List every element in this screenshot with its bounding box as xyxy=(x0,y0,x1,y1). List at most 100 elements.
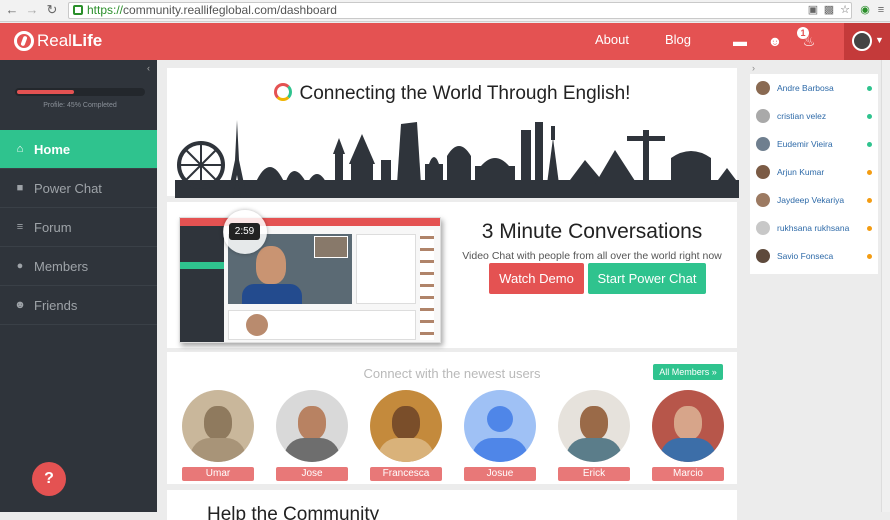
user-name: Josue xyxy=(464,467,536,481)
sidebar-item-label: Members xyxy=(34,258,89,274)
extension-icon[interactable]: ◉ xyxy=(858,3,872,17)
status-dot xyxy=(867,254,872,259)
user-name: Erick xyxy=(558,467,630,481)
nav-blog[interactable]: Blog xyxy=(665,23,691,60)
power-chat-demo-screenshot[interactable] xyxy=(179,217,441,343)
cta-title: 3 Minute Conversations xyxy=(481,220,703,243)
chat-bubble-icon[interactable]: ▬ xyxy=(731,32,749,50)
list-icon: ≡ xyxy=(16,221,24,233)
user-card-josue[interactable]: Josue xyxy=(464,390,536,481)
logo-text-prefix: Real xyxy=(37,31,72,50)
user-card-francesca[interactable]: Francesca xyxy=(370,390,442,481)
self-view-thumbnail xyxy=(314,236,348,258)
sidebar-item-home[interactable]: ⌂ Home xyxy=(0,130,157,169)
online-user-item[interactable]: Andre Barbosa xyxy=(756,79,874,97)
online-user-item[interactable]: Eudemir Vieira xyxy=(756,135,874,153)
browser-toolbar: ← → ↻ https://community.reallifeglobal.c… xyxy=(0,0,890,22)
sidebar-item-members[interactable]: ● Members xyxy=(0,247,157,286)
video-camera-icon: ■ xyxy=(16,182,24,194)
status-dot xyxy=(867,198,872,203)
sidebar: ‹ Profile: 45% Completed ⌂ Home ■ Power … xyxy=(0,60,157,512)
collapse-left-icon[interactable]: ‹ xyxy=(147,63,150,73)
avatar xyxy=(756,165,770,179)
newest-users-card: Connect with the newest users All Member… xyxy=(167,352,737,484)
chat-pane xyxy=(356,234,416,304)
help-chat-icon[interactable]: ? xyxy=(32,462,66,496)
sidebar-item-power-chat[interactable]: ■ Power Chat xyxy=(0,169,157,208)
reload-icon[interactable]: ↻ xyxy=(44,2,60,18)
sidebar-item-forum[interactable]: ≡ Forum xyxy=(0,208,157,247)
avatar xyxy=(756,81,770,95)
online-user-item[interactable]: Savio Fonseca xyxy=(756,247,874,265)
avatar xyxy=(756,221,770,235)
user-icon: ● xyxy=(16,260,24,272)
online-user-item[interactable]: Jaydeep Vekariya xyxy=(756,191,874,209)
online-user-name: cristian velez xyxy=(777,111,827,121)
status-dot xyxy=(867,114,872,119)
online-users-strip xyxy=(420,230,434,340)
user-card-erick[interactable]: Erick xyxy=(558,390,630,481)
avatar xyxy=(652,390,724,462)
user-menu[interactable]: ▼ xyxy=(844,23,890,60)
collapse-right-icon[interactable]: › xyxy=(752,63,755,73)
home-icon: ⌂ xyxy=(16,143,24,155)
user-card-jose[interactable]: Jose xyxy=(276,390,348,481)
chevron-down-icon: ▼ xyxy=(875,35,884,45)
hero-title-text: Connecting the World Through English! xyxy=(299,83,631,104)
user-card-marcio[interactable]: Marcio xyxy=(652,390,724,481)
star-icon[interactable]: ☆ xyxy=(838,3,852,17)
url-scheme: https:// xyxy=(87,3,124,17)
online-users-sidebar: › Andre Barbosa cristian velez Eudemir V… xyxy=(747,60,890,512)
start-power-chat-button[interactable]: Start Power Chat xyxy=(588,263,706,294)
online-user-name: rukhsana rukhsana xyxy=(777,223,850,233)
status-dot xyxy=(867,86,872,91)
power-chat-card: 2:59 3 Minute Conversations Video Chat w… xyxy=(167,202,737,348)
online-users-panel: Andre Barbosa cristian velez Eudemir Vie… xyxy=(750,74,878,274)
app-header: Real Life About Blog ▬ ☻ ♨ xyxy=(0,23,890,60)
newest-users-heading: Connect with the newest users xyxy=(363,366,541,381)
translate-icon[interactable]: ▩ xyxy=(822,3,836,17)
back-arrow-icon[interactable]: ← xyxy=(4,2,20,18)
notification-badge: 1 xyxy=(797,27,809,39)
avatar xyxy=(852,31,872,51)
main-content: Connecting the World Through English! 2:… xyxy=(157,60,747,520)
online-user-name: Arjun Kumar xyxy=(777,167,825,177)
avatar xyxy=(558,390,630,462)
online-user-item[interactable]: rukhsana rukhsana xyxy=(756,219,874,237)
online-user-name: Eudemir Vieira xyxy=(777,139,833,149)
user-card-umar[interactable]: Umar xyxy=(182,390,254,481)
help-community-card: Help the Community xyxy=(167,490,737,520)
nav-about[interactable]: About xyxy=(595,23,629,60)
online-user-item[interactable]: Arjun Kumar xyxy=(756,163,874,181)
online-user-name: Andre Barbosa xyxy=(777,83,834,93)
online-user-name: Jaydeep Vekariya xyxy=(777,195,845,205)
hero-title: Connecting the World Through English! xyxy=(167,83,737,105)
timer-countdown: 2:59 xyxy=(229,223,260,240)
all-members-button[interactable]: All Members » xyxy=(653,364,723,380)
status-dot xyxy=(867,170,872,175)
profile-progress-fill xyxy=(17,90,74,94)
address-bar[interactable]: https://community.reallifeglobal.com/das… xyxy=(68,2,852,19)
forward-arrow-icon[interactable]: → xyxy=(24,2,40,18)
online-user-item[interactable]: cristian velez xyxy=(756,107,874,125)
user-name: Francesca xyxy=(370,467,442,481)
status-dot xyxy=(867,226,872,231)
sidebar-item-label: Forum xyxy=(34,219,72,235)
avatar xyxy=(182,390,254,462)
reallife-logo[interactable]: Real Life xyxy=(14,30,102,52)
online-user-name: Savio Fonseca xyxy=(777,251,834,261)
avatar xyxy=(276,390,348,462)
camera-icon[interactable]: ▣ xyxy=(806,3,820,17)
url-path: community.reallifeglobal.com/dashboard xyxy=(123,3,337,17)
sidebar-item-friends[interactable]: ☻ Friends xyxy=(0,286,157,325)
users-icon: ☻ xyxy=(14,299,26,311)
partner-avatar xyxy=(246,314,268,336)
users-icon[interactable]: ☻ xyxy=(766,32,784,50)
menu-icon[interactable]: ≡ xyxy=(874,3,888,17)
watch-demo-button[interactable]: Watch Demo xyxy=(489,263,584,294)
section-title: Help the Community xyxy=(207,504,380,520)
avatar xyxy=(756,249,770,263)
scrollbar[interactable] xyxy=(881,60,890,512)
user-name: Marcio xyxy=(652,467,724,481)
avatar xyxy=(756,137,770,151)
